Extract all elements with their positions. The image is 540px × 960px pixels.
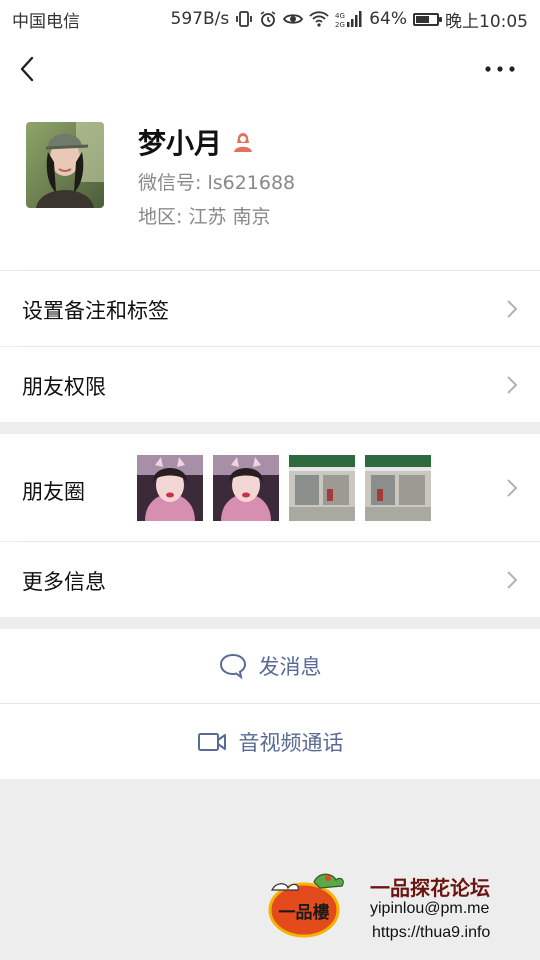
remark-tags-row[interactable]: 设置备注和标签 (0, 271, 540, 346)
more-info-label: 更多信息 (22, 570, 106, 594)
permissions-row[interactable]: 朋友权限 (0, 347, 540, 422)
region: 地区: 江苏 南京 (138, 206, 271, 228)
moments-photo (289, 455, 355, 521)
permissions-label: 朋友权限 (22, 375, 106, 399)
svg-text:4G: 4G (335, 12, 345, 20)
more-info-row[interactable]: 更多信息 (0, 542, 540, 617)
female-icon (234, 133, 253, 152)
moments-photo (137, 455, 203, 521)
avatar[interactable] (26, 122, 104, 208)
video-camera-icon (197, 732, 226, 751)
battery-percent: 64% (369, 9, 407, 29)
cell-signal-icon: 4G 2G (335, 10, 363, 28)
send-message-button[interactable]: 发消息 (0, 629, 540, 703)
more-dots-icon (485, 66, 515, 72)
watermark: 一品樓 一品探花论坛 yipinlou@pm.me https://thua9.… (266, 868, 526, 948)
svg-text:2G: 2G (335, 21, 345, 28)
chat-bubble-icon (219, 653, 246, 679)
watermark-email: yipinlou@pm.me (370, 900, 490, 917)
moments-photo (365, 455, 431, 521)
chevron-right-icon (507, 300, 518, 318)
send-message-label: 发消息 (258, 655, 322, 679)
back-button[interactable] (14, 52, 44, 86)
status-bar: 中国电信 597B/s 4G 2G 64% 晚上10:05 (0, 0, 540, 38)
moments-row[interactable]: 朋友圈 (0, 434, 540, 541)
clock: 晚上10:05 (445, 11, 528, 32)
watermark-url: https://thua9.info (372, 924, 491, 941)
profile-card: 梦小月 微信号: ls621688 地区: 江苏 南京 (0, 100, 540, 270)
battery-icon (413, 12, 442, 26)
video-call-button[interactable]: 音视频通话 (0, 704, 540, 779)
network-speed: 597B/s (170, 9, 230, 29)
chevron-right-icon (507, 479, 518, 497)
wifi-icon (309, 11, 329, 27)
watermark-title: 一品探花论坛 (370, 876, 490, 900)
carrier-label: 中国电信 (12, 11, 80, 32)
chevron-left-icon (20, 56, 34, 82)
name-row: 梦小月 (138, 122, 254, 162)
eye-icon (283, 11, 304, 27)
wechat-id: 微信号: ls621688 (138, 172, 296, 194)
divider (22, 346, 540, 347)
divider (22, 541, 540, 542)
vibrate-icon (235, 10, 253, 28)
status-right: 597B/s 4G 2G 64% 晚上10:05 (171, 7, 529, 32)
moments-photo (213, 455, 279, 521)
chevron-right-icon (507, 376, 518, 394)
remark-tags-label: 设置备注和标签 (22, 299, 169, 323)
chevron-right-icon (507, 571, 518, 589)
forum-logo: 一品樓 (268, 873, 344, 938)
profile-name: 梦小月 (138, 127, 223, 160)
svg-text:一品樓: 一品樓 (279, 902, 330, 923)
moments-label: 朋友圈 (22, 480, 85, 504)
more-options-button[interactable] (480, 56, 520, 82)
video-call-label: 音视频通话 (238, 730, 344, 755)
alarm-icon (259, 10, 277, 28)
divider (0, 703, 540, 704)
nav-bar (0, 38, 540, 100)
